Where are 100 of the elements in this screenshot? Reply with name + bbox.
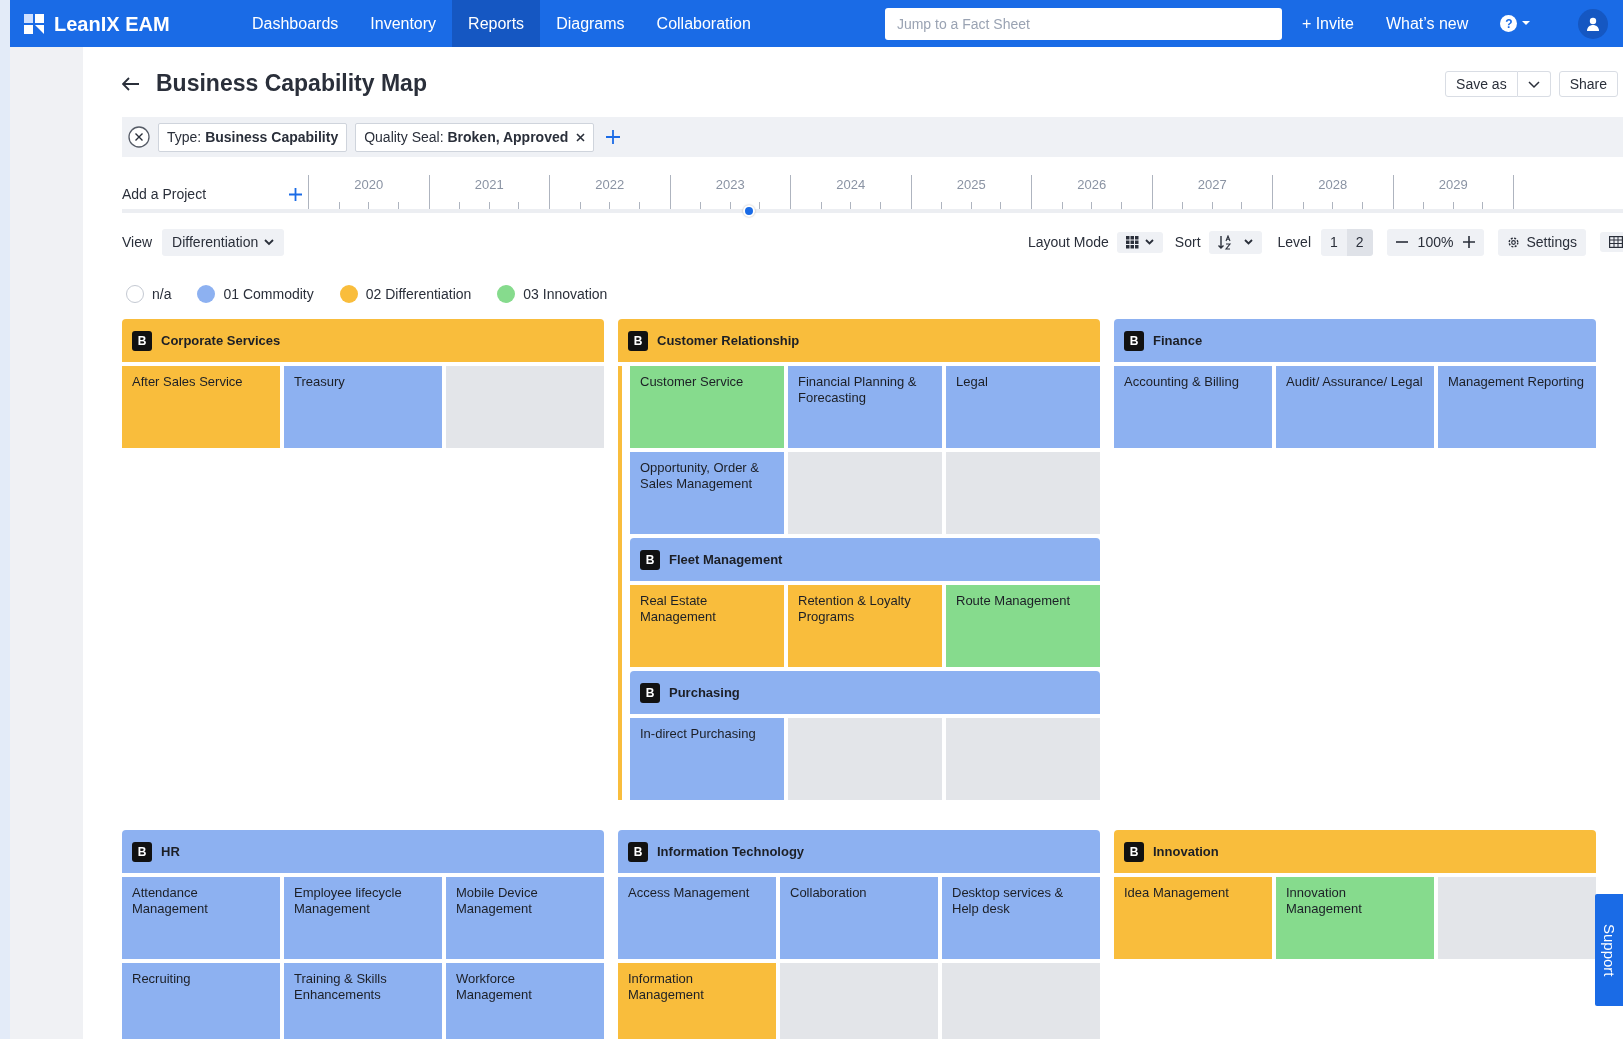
capability-tile[interactable]: In-direct Purchasing	[630, 718, 784, 800]
legend-label: 01 Commodity	[223, 284, 314, 304]
save-as-button[interactable]: Save as	[1445, 71, 1518, 97]
legend-label: 02 Differentiation	[365, 284, 472, 304]
year-label: 2022	[594, 176, 626, 194]
support-tab[interactable]: Support	[1595, 894, 1623, 1006]
capability-group-header[interactable]: B Purchasing	[630, 671, 1100, 714]
close-icon[interactable]	[576, 132, 586, 142]
filter-chip[interactable]: Type: Business Capability	[158, 122, 348, 152]
sort-label: Sort	[1174, 232, 1201, 252]
capability-tile[interactable]: Workforce Management	[446, 963, 604, 1039]
add-project-label: Add a Project	[122, 185, 207, 204]
type-badge: B	[640, 682, 660, 703]
year-label: 2026	[1076, 176, 1108, 194]
whats-new-link[interactable]: What’s new	[1385, 11, 1469, 36]
capability-tile[interactable]: Mobile Device Management	[446, 877, 604, 959]
capability-group-header[interactable]: B Customer Relationship	[618, 319, 1100, 362]
logo-icon	[24, 13, 46, 34]
nav-tab[interactable]: Inventory	[354, 0, 453, 47]
group-name: Innovation	[1153, 842, 1219, 861]
capability-tile[interactable]: Idea Management	[1114, 877, 1272, 959]
capability-tile[interactable]: Route Management	[946, 585, 1100, 667]
chevron-down-icon	[264, 238, 275, 246]
type-badge: B	[1124, 330, 1144, 351]
view-dropdown[interactable]: Differentiation	[162, 228, 285, 256]
level-label: Level	[1277, 232, 1311, 252]
capability-tile[interactable]: Innovation Management	[1276, 877, 1434, 959]
avatar-icon[interactable]	[1578, 8, 1609, 39]
capability-tile[interactable]: Desktop services & Help desk	[942, 877, 1100, 959]
capability-tile[interactable]: Attendance Management	[122, 877, 280, 959]
capability-tile[interactable]: Audit/ Assurance/ Legal	[1276, 366, 1434, 448]
type-badge: B	[132, 330, 152, 351]
settings-icon	[1507, 235, 1521, 249]
grid-icon	[1125, 235, 1139, 249]
nav-tab[interactable]: Dashboards	[236, 0, 355, 47]
filter-label: Type: Business Capability	[167, 127, 339, 147]
year-label: 2027	[1196, 176, 1228, 194]
nav-tab[interactable]: Reports	[452, 0, 541, 47]
type-badge: B	[132, 841, 152, 862]
capability-group-header[interactable]: B Innovation	[1114, 830, 1596, 873]
capability-tile[interactable]: Management Reporting	[1438, 366, 1596, 448]
capability-tile[interactable]: Legal	[946, 366, 1100, 448]
type-badge: B	[628, 330, 648, 351]
nav-tab[interactable]: Diagrams	[540, 0, 641, 47]
table-view-button[interactable]	[1600, 232, 1623, 252]
year-label: 2023	[714, 176, 746, 194]
capability-tile[interactable]: Information Management	[618, 963, 776, 1039]
chevron-down-icon	[1527, 81, 1540, 90]
year-label: 2025	[955, 176, 987, 194]
layout-mode-label: Layout Mode	[1027, 232, 1109, 252]
clear-filters-icon[interactable]	[128, 126, 150, 148]
sort-dropdown[interactable]	[1208, 230, 1262, 254]
group-name: Corporate Services	[161, 331, 281, 350]
capability-tile[interactable]: Treasury	[284, 366, 442, 448]
save-options-button[interactable]	[1517, 71, 1551, 97]
type-badge: B	[640, 549, 660, 570]
year-label: 2020	[353, 176, 385, 194]
view-label: View	[122, 232, 153, 252]
filter-chip[interactable]: Quality Seal: Broken, Approved	[355, 122, 595, 152]
layout-mode-dropdown[interactable]	[1116, 231, 1163, 253]
legend-label: 03 Innovation	[523, 284, 608, 304]
user-silhouette-icon	[1586, 16, 1601, 31]
level-button[interactable]: 1	[1321, 228, 1347, 256]
capability-tile[interactable]: Customer Service	[630, 366, 784, 448]
group-name: Customer Relationship	[657, 331, 800, 350]
back-arrow-icon[interactable]	[122, 77, 140, 91]
capability-tile[interactable]: After Sales Service	[122, 366, 280, 448]
chevron-down-icon	[1243, 239, 1253, 245]
capability-tile[interactable]: Opportunity, Order & Sales Management	[630, 452, 784, 534]
group-name: Finance	[1153, 331, 1203, 350]
capability-tile[interactable]: Collaboration	[780, 877, 938, 959]
year-label: 2021	[473, 176, 505, 194]
capability-group-header[interactable]: B HR	[122, 830, 604, 873]
capability-tile[interactable]: Training & Skills Enhancements	[284, 963, 442, 1039]
zoom-in-icon[interactable]	[1463, 236, 1476, 248]
year-label: 2028	[1317, 176, 1349, 194]
add-project-icon[interactable]	[289, 188, 302, 201]
capability-tile[interactable]: Retention & Loyalty Programs	[788, 585, 942, 667]
share-button[interactable]: Share	[1558, 71, 1618, 97]
legend-label: n/a	[152, 284, 172, 304]
nav-tab[interactable]: Collaboration	[640, 0, 767, 47]
capability-tile[interactable]: Recruiting	[122, 963, 280, 1039]
search-field[interactable]: Jump to a Fact Sheet	[884, 7, 1282, 40]
group-name: Fleet Management	[669, 550, 783, 569]
capability-group-header[interactable]: B Finance	[1114, 319, 1596, 362]
capability-tile[interactable]: Employee lifecycle Management	[284, 877, 442, 959]
capability-tile[interactable]: Accounting & Billing	[1114, 366, 1272, 448]
capability-group-header[interactable]: B Corporate Services	[122, 319, 604, 362]
capability-tile[interactable]: Real Estate Management	[630, 585, 784, 667]
group-name: Purchasing	[669, 683, 740, 702]
invite-link[interactable]: + Invite	[1301, 11, 1354, 36]
capability-tile[interactable]: Access Management	[618, 877, 776, 959]
page-title: Business Capability Map	[156, 70, 427, 98]
filter-label: Quality Seal: Broken, Approved	[364, 127, 569, 147]
settings-button[interactable]: Settings	[1498, 228, 1586, 256]
capability-group-header[interactable]: B Information Technology	[618, 830, 1100, 873]
capability-tile[interactable]: Financial Planning & Forecasting	[788, 366, 942, 448]
add-filter-icon[interactable]	[606, 130, 621, 144]
level-button[interactable]: 2	[1346, 228, 1373, 256]
capability-group-header[interactable]: B Fleet Management	[630, 538, 1100, 581]
